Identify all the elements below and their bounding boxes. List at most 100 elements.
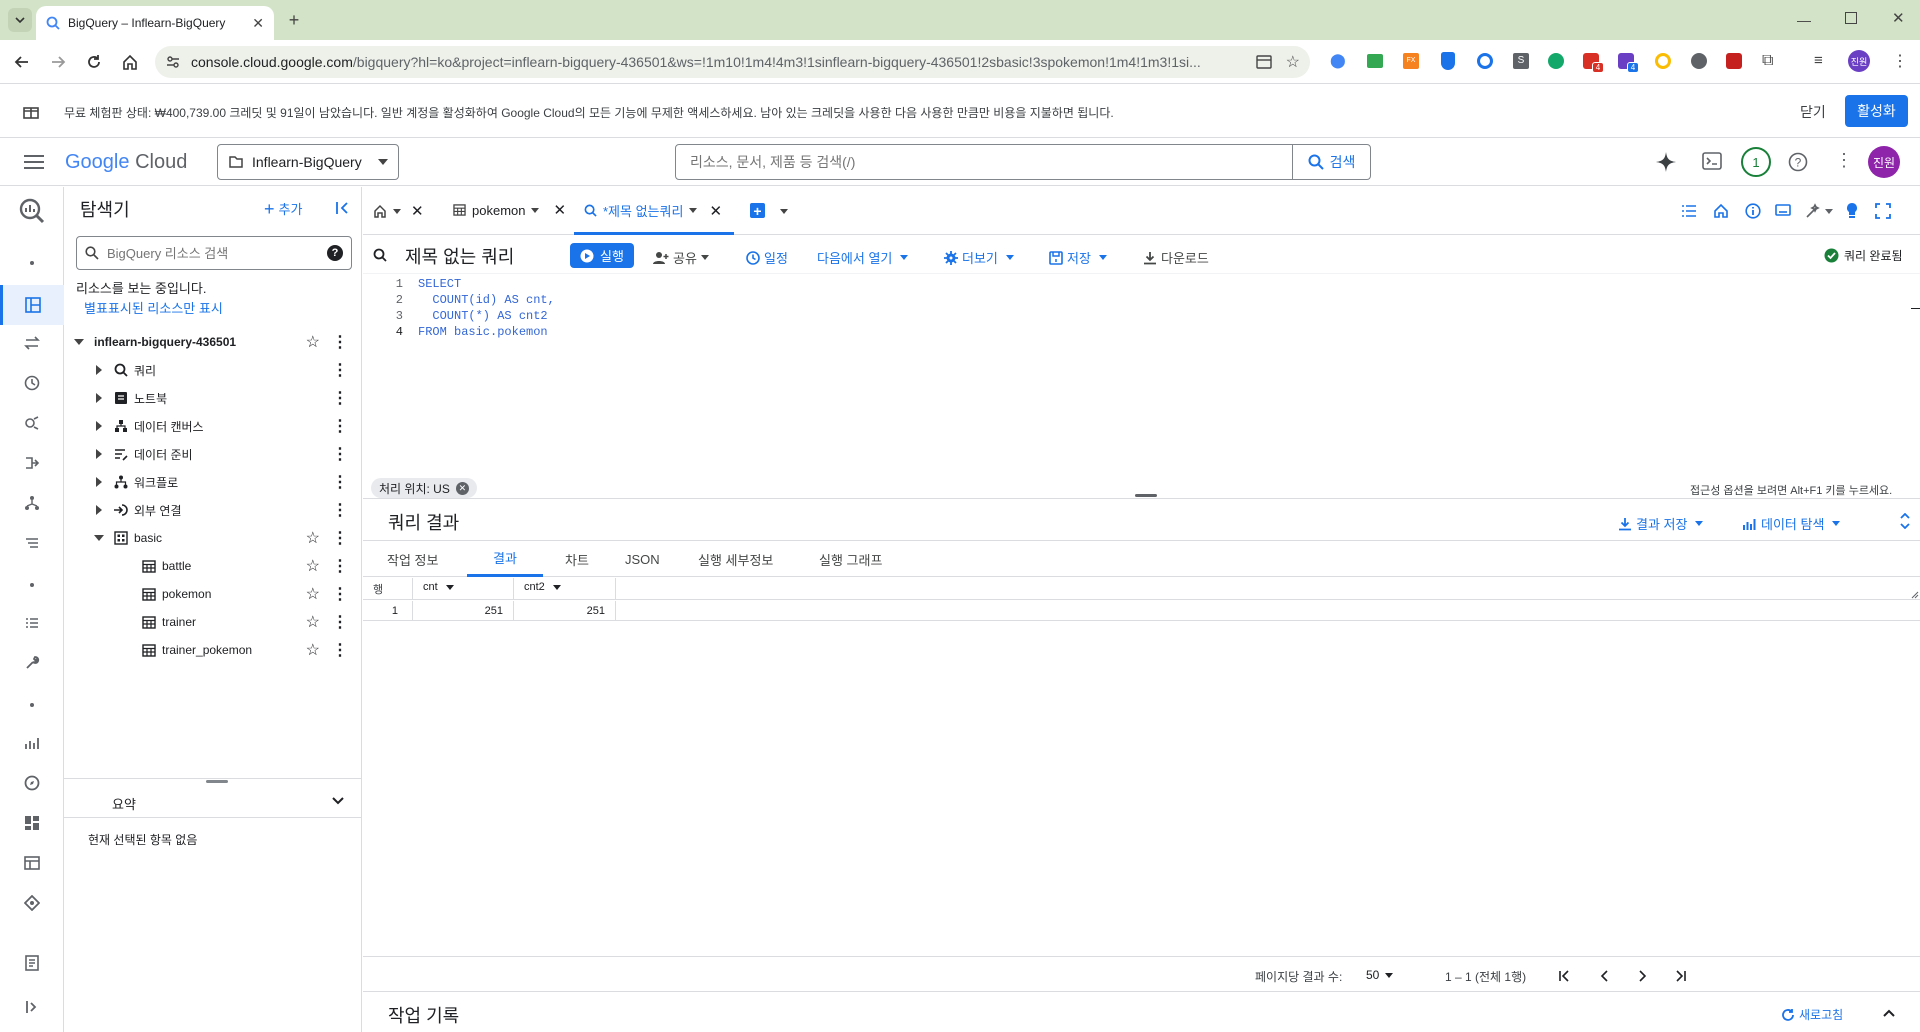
analytics-hub-icon[interactable] — [24, 415, 40, 431]
new-query-button[interactable]: + — [750, 203, 765, 219]
caret-right-icon[interactable] — [96, 365, 102, 375]
lightbulb-icon[interactable] — [1845, 202, 1859, 220]
explorer-search-field[interactable]: ? — [76, 236, 352, 270]
save-results-button[interactable]: 결과 저장 — [1618, 514, 1704, 533]
notifications-button[interactable]: 1 — [1741, 147, 1771, 177]
tab-execution-details[interactable]: 실행 세부정보 — [698, 541, 773, 577]
schedule-button[interactable]: 일정 — [746, 248, 788, 267]
more-actions-icon[interactable]: ⋮ — [332, 556, 348, 576]
caret-right-icon[interactable] — [96, 421, 102, 431]
project-picker[interactable]: Inflearn-BigQuery — [217, 144, 399, 180]
more-actions-icon[interactable]: ⋮ — [332, 640, 348, 660]
browser-tab-active[interactable]: BigQuery – Inflearn-BigQuery ✕ — [36, 6, 274, 40]
extensions-puzzle-icon[interactable]: ⧉ — [1762, 52, 1773, 70]
star-icon[interactable]: ☆ — [306, 556, 320, 576]
maps-extension-icon[interactable]: ⬤ — [1330, 52, 1346, 70]
scheduled-queries-icon[interactable] — [24, 375, 40, 391]
caret-down-icon[interactable] — [1825, 209, 1833, 214]
extension-grammarly-icon[interactable] — [1548, 53, 1564, 69]
extension-shield-icon[interactable] — [1441, 52, 1455, 70]
save-button[interactable]: 저장 — [1049, 248, 1107, 267]
star-icon[interactable]: ☆ — [306, 528, 320, 548]
reload-icon[interactable] — [86, 54, 102, 70]
settings-menu-icon[interactable]: ⋮ — [1835, 150, 1853, 171]
site-info-icon[interactable] — [165, 54, 181, 70]
close-tab-icon[interactable]: ✕ — [411, 202, 424, 220]
caret-down-icon[interactable] — [445, 585, 454, 590]
activate-button[interactable]: 활성화 — [1845, 95, 1908, 127]
tab-untitled-query[interactable]: *제목 없는쿼리 ✕ — [574, 187, 734, 235]
transfers-icon[interactable] — [24, 335, 40, 351]
new-tab-icon[interactable]: + — [284, 10, 304, 30]
search-bar[interactable]: 검색 — [675, 144, 1371, 180]
chevron-up-icon[interactable] — [1883, 1009, 1895, 1017]
tab-job-info[interactable]: 작업 정보 — [387, 541, 438, 577]
wrench-icon[interactable] — [24, 655, 40, 671]
help-icon[interactable]: ? — [327, 245, 343, 261]
last-page-icon[interactable] — [1675, 970, 1687, 982]
partner-center-icon[interactable] — [24, 535, 40, 551]
monitoring-icon[interactable] — [24, 735, 40, 751]
first-page-icon[interactable] — [1558, 970, 1570, 982]
reader-mode-icon[interactable] — [1255, 55, 1272, 69]
caret-down-icon[interactable] — [531, 207, 540, 213]
caret-right-icon[interactable] — [96, 449, 102, 459]
previous-page-icon[interactable] — [1599, 970, 1609, 982]
tree-item-notebooks[interactable]: 노트북 ⋮ — [64, 384, 362, 412]
caret-down-icon[interactable] — [780, 209, 788, 214]
resize-handle[interactable] — [206, 780, 228, 783]
avatar[interactable]: 진원 — [1868, 146, 1900, 178]
column-resize-icon[interactable] — [1911, 591, 1919, 599]
dashboard-icon[interactable] — [24, 815, 40, 831]
more-button[interactable]: 더보기 — [944, 248, 1014, 267]
home-tab[interactable]: ✕ — [373, 202, 424, 220]
show-starred-link[interactable]: 별표표시된 리소스만 표시 — [84, 298, 223, 317]
keyboard-icon[interactable] — [1775, 204, 1791, 218]
caret-down-icon[interactable] — [689, 208, 698, 213]
magic-wand-icon[interactable] — [1805, 203, 1821, 219]
star-icon[interactable]: ☆ — [306, 584, 320, 604]
caret-right-icon[interactable] — [96, 505, 102, 515]
explore-data-button[interactable]: 데이터 탐색 — [1743, 514, 1841, 533]
more-actions-icon[interactable]: ⋮ — [332, 360, 348, 380]
tree-item-workflows[interactable]: 워크플로 ⋮ — [64, 468, 362, 496]
rail-item-explorer[interactable] — [0, 285, 64, 325]
code-editor[interactable]: 1 2 3 4 SELECT COUNT(id) AS cnt, COUNT(*… — [363, 273, 1920, 479]
tree-item-queries[interactable]: 쿼리 ⋮ — [64, 356, 362, 384]
column-header-cnt[interactable]: cnt — [413, 578, 514, 600]
browser-menu-icon[interactable]: ⋮ — [1892, 51, 1908, 71]
more-actions-icon[interactable]: ⋮ — [332, 332, 348, 352]
more-actions-icon[interactable]: ⋮ — [332, 388, 348, 408]
cloud-shell-icon[interactable] — [1702, 152, 1722, 170]
caret-right-icon[interactable] — [96, 477, 102, 487]
fullscreen-icon[interactable] — [1875, 203, 1891, 219]
tab-execution-graph[interactable]: 실행 그래프 — [819, 541, 882, 577]
tree-item-data-canvas[interactable]: 데이터 캔버스 ⋮ — [64, 412, 362, 440]
chevron-down-icon[interactable] — [332, 797, 344, 805]
bookmark-star-icon[interactable]: ☆ — [1286, 52, 1300, 72]
expand-results-icon[interactable] — [1899, 513, 1911, 529]
tab-results[interactable]: 결과 — [467, 541, 543, 577]
star-icon[interactable]: ☆ — [306, 332, 320, 352]
more-actions-icon[interactable]: ⋮ — [332, 528, 348, 548]
bigquery-logo-icon[interactable] — [18, 197, 46, 225]
tab-json[interactable]: JSON — [625, 541, 660, 577]
resize-handle[interactable] — [1135, 494, 1157, 497]
tree-item-connections[interactable]: 외부 연결 ⋮ — [64, 496, 362, 524]
browser-profile-avatar[interactable]: 진원 — [1848, 50, 1870, 72]
tree-item-data-prep[interactable]: 데이터 준비 ⋮ — [64, 440, 362, 468]
next-page-icon[interactable] — [1638, 970, 1648, 982]
list-view-icon[interactable] — [1681, 204, 1697, 218]
caret-down-icon[interactable] — [552, 585, 561, 590]
more-actions-icon[interactable]: ⋮ — [332, 500, 348, 520]
extension-gear-icon[interactable] — [1691, 53, 1707, 69]
caret-down-icon[interactable] — [393, 208, 401, 214]
tab-list-button[interactable] — [8, 8, 32, 32]
minimize-icon[interactable]: — — [1797, 12, 1811, 28]
more-actions-icon[interactable]: ⋮ — [332, 584, 348, 604]
google-cloud-logo[interactable]: Google Cloud — [65, 151, 187, 174]
forward-icon[interactable] — [50, 54, 66, 70]
caret-down-icon[interactable] — [74, 339, 84, 345]
extension-s-icon[interactable]: S — [1513, 53, 1529, 69]
tree-table-pokemon[interactable]: pokemon ☆ ⋮ — [64, 580, 362, 608]
